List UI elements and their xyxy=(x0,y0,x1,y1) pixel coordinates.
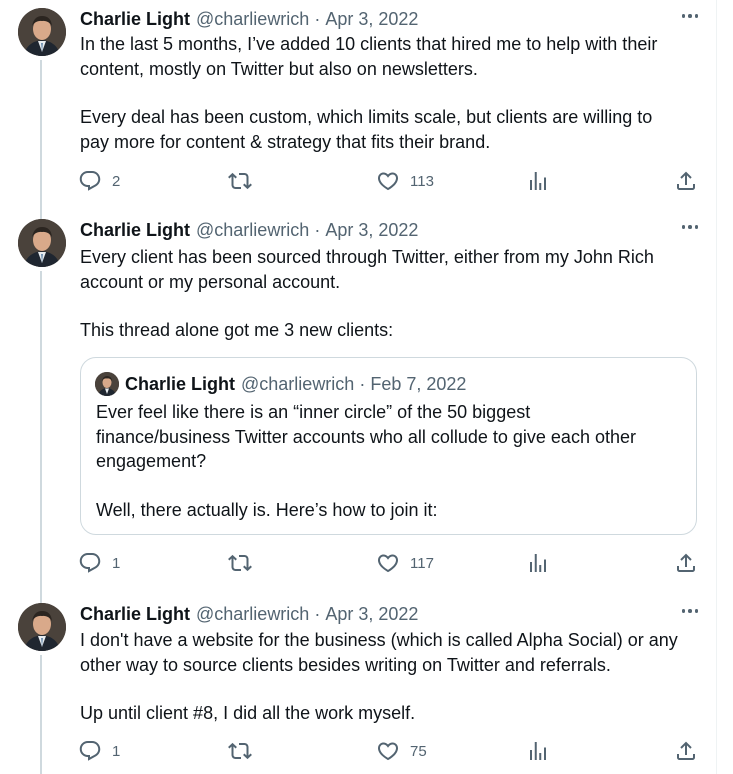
tweet-header: Charlie Light @charliewrich · Apr 3, 202… xyxy=(80,8,700,30)
tweet[interactable]: Charlie Light @charliewrich · Apr 3, 202… xyxy=(0,211,716,595)
reply-button[interactable]: 1 xyxy=(78,551,120,575)
tweet-paragraph: Up until client #8, I did all the work m… xyxy=(80,703,416,723)
share-button[interactable] xyxy=(674,739,698,763)
retweet-icon xyxy=(228,172,252,190)
quoted-avatar xyxy=(95,372,119,396)
tweet-paragraph: I don't have a website for the business … xyxy=(80,630,678,675)
thread-line xyxy=(40,211,42,219)
separator-dot: · xyxy=(359,373,366,394)
author-handle[interactable]: @charliewrich xyxy=(196,220,309,241)
quoted-tweet[interactable]: Charlie Light @charliewrich · Feb 7, 202… xyxy=(80,357,697,535)
tweet-actions: 2 113 xyxy=(78,169,698,193)
reply-count: 1 xyxy=(112,742,121,760)
avatar-image xyxy=(18,219,66,267)
tweet-header: Charlie Light @charliewrich · Apr 3, 202… xyxy=(80,603,700,625)
more-icon[interactable] xyxy=(678,601,702,621)
tweet-paragraph: This thread alone got me 3 new clients: xyxy=(80,320,394,340)
avatar[interactable] xyxy=(18,603,66,651)
share-icon xyxy=(677,171,695,190)
tweet-date[interactable]: Apr 3, 2022 xyxy=(325,604,418,625)
tweet-date[interactable]: Apr 3, 2022 xyxy=(325,220,418,241)
avatar-image xyxy=(18,8,66,56)
retweet-button[interactable] xyxy=(228,169,252,193)
like-button[interactable]: 117 xyxy=(376,551,434,575)
tweet[interactable]: Charlie Light @charliewrich · Apr 3, 202… xyxy=(0,0,716,211)
tweet-paragraph: Every client has been sourced through Tw… xyxy=(80,247,654,292)
more-icon[interactable] xyxy=(678,6,702,26)
views-icon xyxy=(530,554,546,572)
thread-line xyxy=(40,271,42,595)
retweet-icon xyxy=(228,742,252,760)
views-button[interactable] xyxy=(526,169,550,193)
reply-icon xyxy=(79,553,101,573)
heart-icon xyxy=(377,172,399,191)
share-button[interactable] xyxy=(674,551,698,575)
share-icon xyxy=(677,741,695,760)
heart-icon xyxy=(377,742,399,761)
quoted-header: Charlie Light @charliewrich · Feb 7, 202… xyxy=(125,372,466,396)
tweet-header: Charlie Light @charliewrich · Apr 3, 202… xyxy=(80,219,700,241)
views-button[interactable] xyxy=(526,739,550,763)
author-handle[interactable]: @charliewrich xyxy=(196,604,309,625)
reply-icon xyxy=(79,171,101,191)
reply-button[interactable]: 1 xyxy=(78,739,120,763)
tweet-text: In the last 5 months, I’ve added 10 clie… xyxy=(80,32,696,154)
like-button[interactable]: 113 xyxy=(376,169,434,193)
thread-line xyxy=(40,655,42,774)
like-count: 113 xyxy=(410,172,434,190)
quoted-author-name: Charlie Light xyxy=(125,373,236,394)
quoted-text: Ever feel like there is an “inner circle… xyxy=(96,400,680,522)
share-icon xyxy=(677,553,695,572)
reply-button[interactable]: 2 xyxy=(78,169,120,193)
quoted-paragraph: Ever feel like there is an “inner circle… xyxy=(96,402,636,471)
separator-dot: · xyxy=(314,603,321,624)
tweet-paragraph: In the last 5 months, I’ve added 10 clie… xyxy=(80,34,658,79)
tweet-date[interactable]: Apr 3, 2022 xyxy=(325,9,418,30)
views-icon xyxy=(530,742,546,760)
avatar-image xyxy=(95,372,119,396)
tweet-text: Every client has been sourced through Tw… xyxy=(80,245,696,343)
avatar[interactable] xyxy=(18,8,66,56)
quoted-author-handle: @charliewrich xyxy=(241,373,355,394)
reply-count: 2 xyxy=(112,172,121,190)
share-button[interactable] xyxy=(674,169,698,193)
separator-dot: · xyxy=(314,219,321,240)
retweet-button[interactable] xyxy=(228,739,252,763)
author-name[interactable]: Charlie Light xyxy=(80,220,190,241)
tweet[interactable]: Charlie Light @charliewrich · Apr 3, 202… xyxy=(0,595,716,774)
more-icon[interactable] xyxy=(678,217,702,237)
separator-dot: · xyxy=(314,8,321,29)
tweet-actions: 1 75 xyxy=(78,739,698,763)
avatar[interactable] xyxy=(18,219,66,267)
tweet-text: I don't have a website for the business … xyxy=(80,628,696,726)
author-name[interactable]: Charlie Light xyxy=(80,604,190,625)
retweet-icon xyxy=(228,554,252,572)
author-name[interactable]: Charlie Light xyxy=(80,9,190,30)
like-button[interactable]: 75 xyxy=(376,739,427,763)
like-count: 117 xyxy=(410,554,434,572)
views-icon xyxy=(530,172,546,190)
avatar-image xyxy=(18,603,66,651)
reply-count: 1 xyxy=(112,554,121,572)
tweet-paragraph: Every deal has been custom, which limits… xyxy=(80,107,653,152)
tweet-actions: 1 117 xyxy=(78,551,698,575)
like-count: 75 xyxy=(410,742,427,760)
heart-icon xyxy=(377,554,399,573)
thread-line xyxy=(40,595,42,603)
quoted-date: Feb 7, 2022 xyxy=(370,373,467,394)
thread-line xyxy=(40,60,42,211)
timeline-border xyxy=(716,0,717,774)
quoted-paragraph: Well, there actually is. Here’s how to j… xyxy=(96,499,438,520)
reply-icon xyxy=(79,741,101,761)
author-handle[interactable]: @charliewrich xyxy=(196,9,309,30)
retweet-button[interactable] xyxy=(228,551,252,575)
views-button[interactable] xyxy=(526,551,550,575)
